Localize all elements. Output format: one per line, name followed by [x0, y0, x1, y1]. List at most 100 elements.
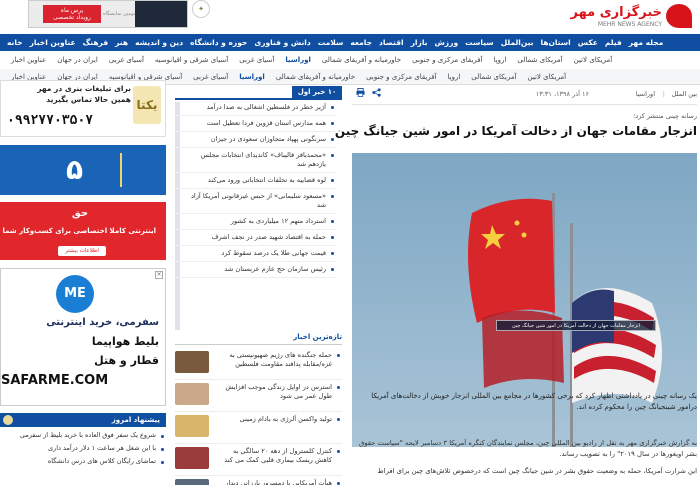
- ad-number: ۵: [66, 153, 84, 186]
- nav-item[interactable]: حوزه و دانشگاه: [190, 38, 247, 47]
- most-viewed-item[interactable]: «محمدباقر قالیباف» کاندیدای انتخابات مجل…: [176, 148, 336, 173]
- nav-item[interactable]: هنر: [115, 38, 128, 47]
- suggestion-item[interactable]: تماشای رایگان کلاس های درس دانشگاه: [0, 455, 166, 468]
- most-viewed-item[interactable]: استرداد متهم ۱۲ میلیاردی به کشور: [176, 214, 336, 230]
- sub-navigation-primary: عناوین اخبار ایران در جهان آسیای غربی آسیای…: [0, 51, 700, 69]
- ads-column: یکتا برای تبلیغات بنری در مهر همین حالا …: [0, 80, 166, 485]
- nav-item[interactable]: عکس: [578, 38, 598, 47]
- most-viewed-item[interactable]: «مسعود سلیمانی» از حبس غیرقانونی آمریکا …: [176, 189, 336, 214]
- news-thumbnail[interactable]: [175, 479, 209, 485]
- article-divider: [352, 104, 697, 105]
- nav-item[interactable]: مجله مهر: [629, 38, 664, 47]
- most-viewed-item[interactable]: قیمت جهانی طلا یک درصد سقوط کرد: [176, 246, 336, 262]
- subnav-item[interactable]: آسیای غربی: [239, 56, 274, 64]
- nav-item[interactable]: دین و اندیشه: [135, 38, 183, 47]
- latest-news-item[interactable]: کنترل کلسترول از دهه ۲۰ سالگی به کاهش ری…: [175, 444, 342, 476]
- ad-text: قطار و هتل: [94, 354, 159, 367]
- most-viewed-item[interactable]: همه مدارس استان قزوین فردا تعطیل است: [176, 116, 336, 132]
- news-thumbnail[interactable]: [175, 383, 209, 405]
- tab-top-ten[interactable]: ۱۰ خبر اول: [292, 86, 342, 99]
- ad-text: برای تبلیغات بنری در مهر: [37, 84, 131, 93]
- ad-more-info-button[interactable]: اطلاعات بیشتر: [58, 246, 106, 256]
- article-column: بین الملل | اوراسیا ۱۶ آذر ۱۳۹۸، ۱۳:۳۱ ر…: [335, 86, 697, 485]
- subnav-item[interactable]: آمریکای لاتین: [574, 56, 613, 64]
- ad-url: SAFARME.COM: [1, 373, 109, 388]
- subnav-item[interactable]: اروپا: [494, 56, 507, 64]
- top-banner-ad[interactable]: پرس ماه رویداد تخصصی سومین نمایشگاه: [28, 0, 188, 28]
- latest-news-item[interactable]: استرس در اوایل زندگی موجب افزایش طول عمر…: [175, 380, 342, 412]
- ad-badge-icon: ✦: [192, 0, 210, 18]
- most-viewed-header: ۱۰ خبر اول: [175, 86, 342, 100]
- subnav-item[interactable]: آمریکای شمالی: [517, 56, 562, 64]
- breadcrumb-category[interactable]: بین الملل: [672, 90, 697, 98]
- latest-news-title-text: کنترل کلسترول از دهه ۲۰ سالگی به کاهش ری…: [224, 447, 332, 464]
- most-viewed-item[interactable]: آژیر خطر در فلسطین اشغالی به صدا درآمد: [176, 100, 336, 116]
- most-viewed-item[interactable]: سرنگونی پهپاد متجاوزان سعودی در جیزان: [176, 132, 336, 148]
- news-sidebar: ۱۰ خبر اول آژیر خطر در فلسطین اشغالی به …: [175, 86, 342, 485]
- subnav-item[interactable]: عناوین اخبار: [11, 56, 46, 64]
- most-viewed-item[interactable]: رئیس سازمان حج عازم عربستان شد: [176, 262, 336, 278]
- logo-mark-icon: [666, 4, 692, 28]
- breadcrumb: بین الملل | اوراسیا ۱۶ آذر ۱۳۹۸، ۱۳:۳۱: [352, 90, 697, 102]
- nav-item[interactable]: بازار: [411, 38, 428, 47]
- ad-banner-contact[interactable]: یکتا برای تبلیغات بنری در مهر همین حالا …: [0, 80, 166, 137]
- subnav-item[interactable]: آفریقای مرکزی و جنوبی: [366, 73, 436, 81]
- subnav-item[interactable]: آفریقای مرکزی و جنوبی: [412, 56, 482, 64]
- today-suggestion-title: پیشنهاد امروز: [111, 416, 160, 424]
- nav-item[interactable]: سلامت: [318, 38, 344, 47]
- today-suggestion-list: شروع یک سفر فوق العاده با خرید بلیط از س…: [0, 429, 166, 468]
- suggestion-item[interactable]: با این شغل هر ساعت ۱ دلار درآمد داری: [0, 442, 166, 455]
- nav-item[interactable]: عناوین اخبار: [30, 38, 76, 47]
- close-icon[interactable]: ×: [155, 271, 163, 279]
- article-rutitr: رسانه چینی منتشر کرد؛: [633, 112, 697, 120]
- ad-text: اینترنتی کاملا اختصاصی برای کسب‌وکار شما: [2, 227, 156, 235]
- news-thumbnail[interactable]: [175, 415, 209, 437]
- subnav-item[interactable]: خاورمیانه و آفریقای شمالی: [276, 73, 355, 81]
- print-icon[interactable]: [356, 88, 365, 97]
- breadcrumb-subcategory[interactable]: اوراسیا: [636, 90, 655, 98]
- ad-banner-internet[interactable]: حق اینترنتی کاملا اختصاصی برای کسب‌وکار …: [0, 202, 166, 260]
- nav-item[interactable]: جامعه: [350, 38, 372, 47]
- wheat-icon: [120, 153, 140, 187]
- most-viewed-list: آژیر خطر در فلسطین اشغالی به صدا درآمد هم…: [176, 100, 336, 278]
- subnav-item[interactable]: آمریکای لاتین: [528, 73, 567, 81]
- subnav-item[interactable]: خاورمیانه و آفریقای شمالی: [322, 56, 401, 64]
- ad-brand-logo: یکتا: [133, 86, 161, 124]
- subnav-item[interactable]: اوراسیا: [239, 73, 265, 81]
- most-viewed-item[interactable]: لوه قضاییه به تخلفات انتخاباتی ورود می‌ک…: [176, 173, 336, 189]
- subnav-item[interactable]: آسیای غربی: [109, 56, 144, 64]
- latest-news-title-text: حمله جنگنده های رژیم صهیونیستی به غزه/مق…: [229, 351, 332, 368]
- nav-item[interactable]: فیلم: [605, 38, 622, 47]
- nav-item[interactable]: استان‌ها: [541, 38, 571, 47]
- suggestion-badge-icon: [3, 415, 13, 425]
- latest-news-title-text: استرس در اوایل زندگی موجب افزایش طول عمر…: [225, 383, 332, 400]
- news-thumbnail[interactable]: [175, 447, 209, 469]
- latest-news-item[interactable]: هیأت آمریکایی با دمسرور بارزانی دیدار کر…: [175, 476, 342, 485]
- site-logo[interactable]: خبرگزاری مهر MEHR NEWS AGENCY: [570, 2, 692, 32]
- latest-news-item[interactable]: تولید واکسن آلرژی به بادام زمینی: [175, 412, 342, 444]
- top-ad-subtitle: سومین نمایشگاه: [103, 11, 138, 17]
- subnav-item[interactable]: آسیای شرقی و اقیانوسیه: [155, 56, 228, 64]
- article-body-paragraph: این شرارت آمریکا، حمله به وضعیت حقوق بشر…: [377, 467, 697, 475]
- latest-news-title: تازه‌ترین اخبار: [293, 333, 342, 341]
- subnav-item[interactable]: ایران در جهان: [57, 56, 98, 64]
- subnav-item[interactable]: آسیای غربی: [193, 73, 228, 81]
- subnav-item[interactable]: اوراسیا: [285, 56, 311, 64]
- nav-item[interactable]: سیاست: [465, 38, 494, 47]
- nav-item[interactable]: ورزش: [434, 38, 458, 47]
- latest-news-title-text: تولید واکسن آلرژی به بادام زمینی: [239, 415, 332, 423]
- nav-item[interactable]: بین‌الملل: [501, 38, 534, 47]
- latest-news-item[interactable]: حمله جنگنده های رژیم صهیونیستی به غزه/مق…: [175, 348, 342, 380]
- subnav-item[interactable]: آمریکای شمالی: [471, 73, 516, 81]
- subnav-item[interactable]: اروپا: [448, 73, 461, 81]
- suggestion-item[interactable]: شروع یک سفر فوق العاده با خرید بلیط از س…: [0, 429, 166, 442]
- share-icon[interactable]: [371, 88, 381, 97]
- news-thumbnail[interactable]: [175, 351, 209, 373]
- nav-item[interactable]: اقتصاد: [379, 38, 404, 47]
- most-viewed-item[interactable]: حمله به اقتصاد شهید صدر در نجف اشرف: [176, 230, 336, 246]
- ad-banner-safarme[interactable]: × ME سفرمی، خرید اینترنتی بلیط هواپیما ق…: [0, 268, 166, 406]
- nav-item[interactable]: فرهنگ: [83, 38, 109, 47]
- nav-item[interactable]: خانه: [7, 38, 23, 47]
- nav-item[interactable]: دانش و فناوری: [254, 38, 310, 47]
- ad-banner-blue[interactable]: ۵: [0, 145, 166, 195]
